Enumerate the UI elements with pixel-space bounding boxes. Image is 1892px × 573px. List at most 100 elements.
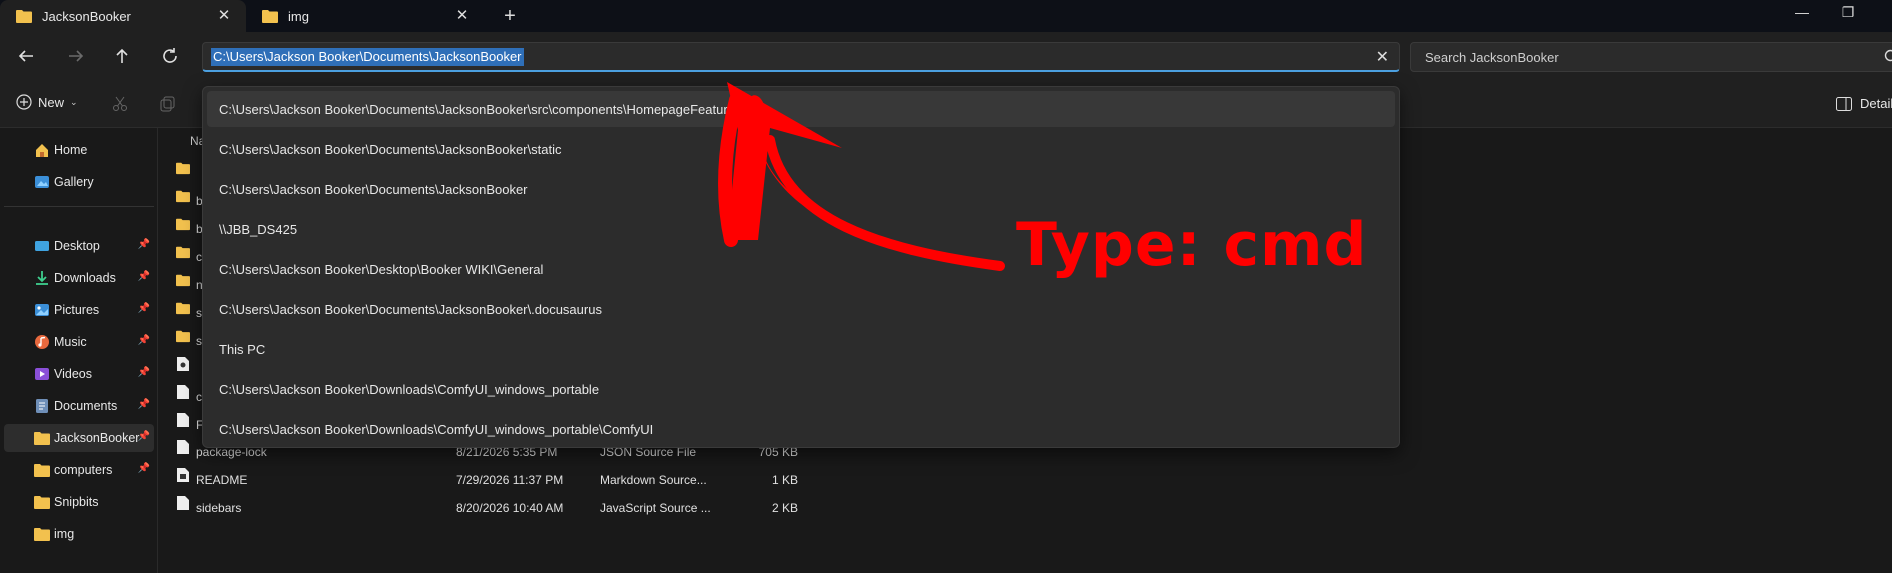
back-arrow-icon[interactable]: [14, 44, 38, 68]
folder-icon: [34, 432, 50, 445]
suggestion-item[interactable]: C:\Users\Jackson Booker\Documents\Jackso…: [207, 171, 1395, 207]
folder-icon: [176, 246, 190, 259]
suggestion-item[interactable]: C:\Users\Jackson Booker\Documents\Jackso…: [207, 91, 1395, 127]
search-icon: [1884, 49, 1892, 62]
documents-icon: [36, 399, 48, 413]
sidebar-item-label: computers: [54, 463, 113, 477]
file-icon: [177, 413, 189, 427]
details-label: Detail: [1860, 96, 1892, 111]
file-name: sidebars: [196, 501, 242, 515]
add-circle-icon: [16, 94, 32, 110]
download-icon: [36, 271, 48, 285]
desktop-icon: [35, 241, 49, 251]
file-row[interactable]: README 7/29/2026 11:37 PM Markdown Sourc…: [176, 467, 936, 493]
copy-icon[interactable]: [160, 96, 176, 112]
annotation-text: Type: cmd: [1016, 210, 1368, 280]
suggestion-item[interactable]: This PC: [207, 331, 1395, 367]
folder-icon: [176, 274, 190, 287]
pin-icon: 📌: [137, 335, 150, 346]
file-date: 8/20/2026 10:40 AM: [456, 501, 564, 515]
folder-icon: [176, 162, 190, 175]
sidebar-item-label: img: [54, 527, 75, 541]
new-button-label: New: [38, 94, 65, 110]
folder-icon: [34, 496, 50, 509]
search-placeholder: Search JacksonBooker: [1425, 50, 1559, 65]
tab-img[interactable]: img ✕: [246, 0, 484, 32]
sidebar-item-label: JacksonBooker: [54, 431, 140, 445]
file-name: README: [196, 473, 248, 487]
javascript-file-icon: [177, 496, 189, 510]
address-input[interactable]: C:\Users\Jackson Booker\Documents\Jackso…: [202, 42, 1400, 72]
tab-jacksonbooker[interactable]: JacksonBooker ✕: [0, 0, 246, 32]
file-size: 1 KB: [771, 473, 798, 487]
sidebar-item-label: Desktop: [54, 239, 100, 253]
file-type: Markdown Source...: [600, 473, 707, 487]
suggestion-item[interactable]: C:\Users\Jackson Booker\Documents\Jackso…: [207, 131, 1395, 167]
sidebar-item-snipbits[interactable]: Snipbits: [4, 488, 154, 516]
tab-label: JacksonBooker: [42, 8, 131, 24]
sidebar-item-documents[interactable]: Documents 📌: [4, 392, 154, 420]
sidebar-item-label: Gallery: [54, 175, 94, 189]
details-button[interactable]: Detail: [1836, 96, 1892, 111]
clear-icon[interactable]: ✕: [1376, 47, 1389, 67]
file-icon: [177, 385, 189, 399]
tab-label: img: [288, 8, 309, 24]
sidebar-item-img[interactable]: img: [4, 520, 154, 548]
pin-icon: 📌: [137, 431, 150, 442]
details-pane-icon: [1836, 96, 1852, 111]
search-input[interactable]: Search JacksonBooker: [1410, 42, 1892, 72]
gallery-icon: [35, 176, 49, 188]
pin-icon: 📌: [137, 271, 150, 282]
minimize-icon[interactable]: —: [1790, 4, 1814, 24]
folder-icon: [262, 10, 278, 23]
suggestion-item[interactable]: C:\Users\Jackson Booker\Downloads\ComfyU…: [207, 411, 1395, 447]
folder-icon: [16, 10, 32, 23]
folder-icon: [176, 330, 190, 343]
sidebar-divider: [4, 206, 154, 207]
pin-icon: 📌: [137, 399, 150, 410]
forward-arrow-icon[interactable]: [64, 44, 88, 68]
pin-icon: 📌: [137, 367, 150, 378]
sidebar-item-label: Music: [54, 335, 87, 349]
up-arrow-icon[interactable]: [110, 44, 134, 68]
sidebar-item-videos[interactable]: Videos 📌: [4, 360, 154, 388]
navigation-pane: Home Gallery Desktop 📌 Downloads 📌 Pictu…: [0, 128, 158, 573]
file-date: 7/29/2026 11:37 PM: [456, 473, 564, 487]
new-tab-button[interactable]: +: [498, 6, 522, 26]
videos-icon: [35, 368, 49, 380]
address-row: C:\Users\Jackson Booker\Documents\Jackso…: [0, 32, 1892, 80]
folder-icon: [34, 528, 50, 541]
sidebar-item-computers[interactable]: computers 📌: [4, 456, 154, 484]
music-icon: [35, 335, 49, 349]
home-icon: [36, 144, 48, 157]
new-button[interactable]: New ⌄: [16, 94, 78, 110]
restore-icon[interactable]: ❐: [1836, 4, 1860, 24]
sidebar-item-label: Snipbits: [54, 495, 99, 509]
close-icon[interactable]: ✕: [216, 8, 232, 24]
refresh-icon[interactable]: [158, 44, 182, 68]
json-file-icon: [177, 440, 189, 454]
file-icon: [177, 357, 189, 371]
pictures-icon: [35, 304, 49, 316]
suggestion-item[interactable]: C:\Users\Jackson Booker\Documents\Jackso…: [207, 291, 1395, 327]
sidebar-item-gallery[interactable]: Gallery: [4, 168, 154, 196]
suggestion-item[interactable]: C:\Users\Jackson Booker\Downloads\ComfyU…: [207, 371, 1395, 407]
cut-icon[interactable]: [112, 96, 128, 112]
folder-icon: [34, 464, 50, 477]
sidebar-item-label: Documents: [54, 399, 118, 413]
folder-icon: [176, 218, 190, 231]
sidebar-item-jacksonbooker[interactable]: JacksonBooker 📌: [4, 424, 154, 452]
sidebar-item-downloads[interactable]: Downloads 📌: [4, 264, 154, 292]
sidebar-item-label: Pictures: [54, 303, 100, 317]
sidebar-item-music[interactable]: Music 📌: [4, 328, 154, 356]
sidebar-item-label: Downloads: [54, 271, 116, 285]
sidebar-item-desktop[interactable]: Desktop 📌: [4, 232, 154, 260]
file-size: 2 KB: [771, 501, 798, 515]
chevron-down-icon: ⌄: [70, 96, 78, 107]
sidebar-item-home[interactable]: Home: [4, 136, 154, 164]
sidebar-item-pictures[interactable]: Pictures 📌: [4, 296, 154, 324]
address-value: C:\Users\Jackson Booker\Documents\Jackso…: [211, 48, 524, 66]
close-icon[interactable]: ✕: [454, 8, 470, 24]
file-row[interactable]: sidebars 8/20/2026 10:40 AM JavaScript S…: [176, 495, 936, 521]
pin-icon: 📌: [137, 463, 150, 474]
